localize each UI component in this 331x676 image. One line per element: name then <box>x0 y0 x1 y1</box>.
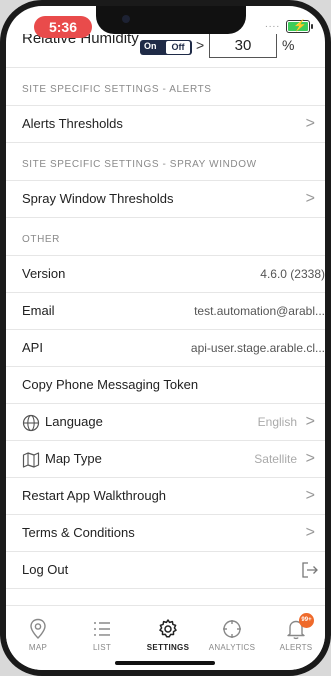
battery-icon: ⚡ <box>286 20 313 33</box>
tab-map-label: MAP <box>28 643 48 652</box>
other-section-header: OTHER <box>6 218 325 256</box>
email-value: test.automation@arabl... <box>194 304 325 318</box>
crosshair-icon <box>223 620 241 638</box>
tab-list-label: LIST <box>92 643 112 652</box>
status-time: 5:36 <box>34 16 92 38</box>
walkthrough-label: Restart App Walkthrough <box>22 488 167 503</box>
list-icon <box>94 622 110 636</box>
toggle-off-label: Off <box>166 41 190 54</box>
map-type-label: Map Type <box>45 451 102 466</box>
map-type-row[interactable]: Map Type Satellite > <box>6 441 325 478</box>
tab-map[interactable]: MAP <box>8 606 68 656</box>
map-pin-icon <box>30 618 46 639</box>
spray-window-label: Spray Window Thresholds <box>22 191 174 206</box>
map-type-value: Satellite <box>254 452 297 466</box>
device-frame: 5:36 .... ⚡ Relative Humidity On Off > 3… <box>0 0 331 676</box>
email-row: Email test.automation@arabl... <box>6 293 325 330</box>
api-row: API api-user.stage.arable.cl... <box>6 330 325 367</box>
toggle-on-label: On <box>144 41 157 51</box>
version-value: 4.6.0 (2338) <box>260 267 325 281</box>
tab-list[interactable]: LIST <box>72 606 132 656</box>
home-indicator[interactable] <box>115 661 215 665</box>
humidity-value-input[interactable]: 30 <box>209 34 277 58</box>
walkthrough-row[interactable]: Restart App Walkthrough > <box>6 478 325 515</box>
api-value: api-user.stage.arable.cl... <box>190 341 325 355</box>
humidity-unit: % <box>282 37 295 53</box>
chevron-right-icon: > <box>305 115 315 132</box>
spray-section-header: SITE SPECIFIC SETTINGS - SPRAY WINDOW <box>6 143 325 181</box>
gear-icon <box>159 619 177 638</box>
chevron-right-icon: > <box>305 524 315 541</box>
humidity-operator: > <box>196 37 205 53</box>
map-icon <box>22 452 40 468</box>
email-label: Email <box>22 303 55 318</box>
logout-label: Log Out <box>22 562 69 577</box>
chevron-right-icon: > <box>305 450 315 467</box>
alerts-thresholds-label: Alerts Thresholds <box>22 116 123 131</box>
version-label: Version <box>22 266 66 281</box>
version-row: Version 4.6.0 (2338) <box>6 256 325 293</box>
screen: 5:36 .... ⚡ Relative Humidity On Off > 3… <box>6 6 325 670</box>
battery-cap <box>311 24 313 29</box>
terms-row[interactable]: Terms & Conditions > <box>6 515 325 552</box>
tab-analytics-label: ANALYTICS <box>208 643 256 652</box>
signal-indicator: .... <box>265 19 281 30</box>
humidity-row: Relative Humidity On Off > 30 % <box>6 34 325 68</box>
alerts-badge: 99+ <box>299 613 314 628</box>
copy-token-label: Copy Phone Messaging Token <box>22 377 199 392</box>
language-label: Language <box>45 414 103 429</box>
language-row[interactable]: Language English > <box>6 404 325 441</box>
settings-list[interactable]: Relative Humidity On Off > 30 % SITE SPE… <box>6 34 325 589</box>
api-label: API <box>22 340 43 355</box>
language-value: English <box>257 415 297 429</box>
camera-dot <box>122 15 130 23</box>
terms-label: Terms & Conditions <box>22 525 135 540</box>
copy-token-row[interactable]: Copy Phone Messaging Token <box>6 367 325 404</box>
humidity-toggle[interactable]: On Off <box>140 40 192 55</box>
alerts-section-header: SITE SPECIFIC SETTINGS - ALERTS <box>6 68 325 106</box>
logout-icon <box>302 562 318 578</box>
tab-alerts[interactable]: 99+ ALERTS <box>266 606 325 656</box>
spray-window-row[interactable]: Spray Window Thresholds > <box>6 181 325 218</box>
tab-settings-label: SETTINGS <box>146 643 190 652</box>
charging-bolt-icon: ⚡ <box>293 20 307 32</box>
chevron-right-icon: > <box>305 487 315 504</box>
chevron-right-icon: > <box>305 190 315 207</box>
tab-analytics[interactable]: ANALYTICS <box>202 606 262 656</box>
logout-row[interactable]: Log Out <box>6 552 325 589</box>
globe-icon <box>22 414 40 432</box>
tab-alerts-label: ALERTS <box>279 643 313 652</box>
tab-settings[interactable]: SETTINGS <box>138 606 198 656</box>
chevron-right-icon: > <box>305 413 315 430</box>
alerts-thresholds-row[interactable]: Alerts Thresholds > <box>6 106 325 143</box>
notch <box>96 6 246 34</box>
